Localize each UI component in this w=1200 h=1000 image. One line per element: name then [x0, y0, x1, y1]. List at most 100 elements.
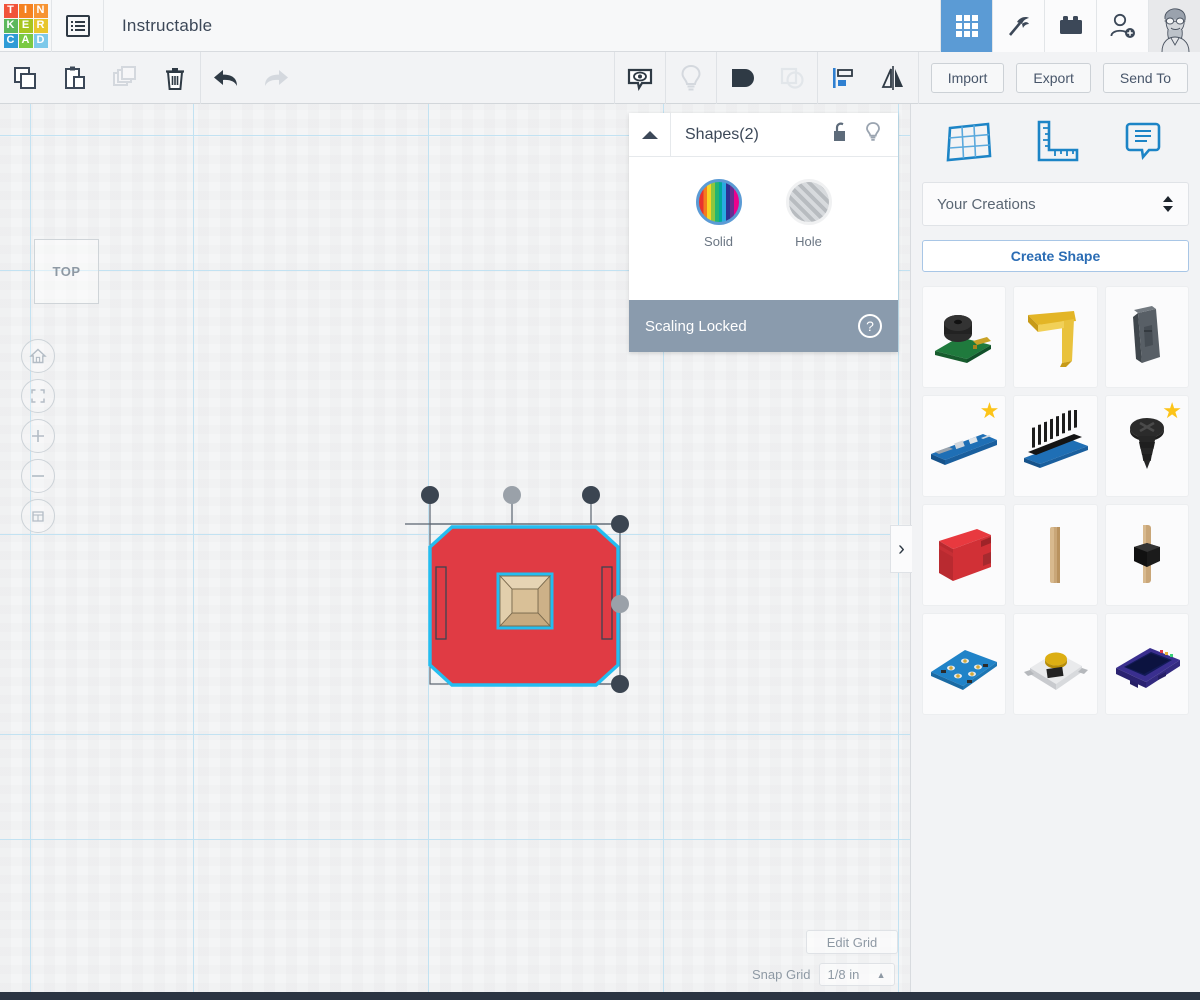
duplicate-button[interactable] — [100, 52, 150, 104]
height-handle-right — [611, 515, 629, 533]
edit-grid-button[interactable]: Edit Grid — [806, 930, 898, 954]
shape-red-block[interactable] — [922, 504, 1007, 606]
logo-letter-r: R — [33, 18, 48, 33]
apps-grid-icon[interactable] — [940, 0, 992, 52]
lightbulb-icon[interactable] — [864, 121, 882, 148]
shape-screw[interactable]: ★ — [1104, 395, 1189, 497]
redo-button[interactable] — [251, 52, 301, 104]
add-user-icon[interactable] — [1096, 0, 1148, 52]
document-title[interactable]: Instructable — [122, 16, 212, 36]
toolbar-divider-6 — [917, 51, 919, 104]
shape-wooden-stick[interactable] — [1013, 504, 1098, 606]
shape-header-pins-board[interactable] — [1013, 395, 1098, 497]
shape-gray-block[interactable] — [1104, 286, 1189, 388]
shape-library-panel: Your Creations Create Shape ★ ★ — [910, 104, 1200, 1000]
shape-allen-key[interactable] — [1013, 286, 1098, 388]
delete-button[interactable] — [150, 52, 200, 104]
group-button[interactable] — [717, 52, 767, 104]
tinkercad-logo[interactable]: TINKERCAD — [0, 0, 52, 52]
import-button[interactable]: Import — [930, 62, 1005, 93]
export-button[interactable]: Export — [1016, 62, 1091, 93]
logo-letter-e: E — [18, 18, 33, 33]
rotate-handle-top — [503, 486, 521, 504]
shape-tactile-switch[interactable] — [1013, 613, 1098, 715]
pickaxe-icon[interactable] — [992, 0, 1044, 52]
hole-swatch[interactable]: Hole — [785, 179, 832, 287]
panel-tool-icons — [911, 104, 1200, 178]
tinkercad-app: TINKERCAD Instructable Import Export Sen… — [0, 0, 1200, 1000]
align-button[interactable] — [818, 52, 868, 104]
star-icon[interactable]: ★ — [1162, 400, 1182, 422]
fit-view-button[interactable] — [21, 379, 55, 413]
rotate-handle-right — [611, 595, 629, 613]
shape-library-select[interactable]: Your Creations — [922, 182, 1189, 226]
solid-label: Solid — [704, 234, 733, 249]
logo-letter-a: A — [18, 33, 33, 48]
top-bar-right-icons — [940, 0, 1200, 52]
view-cube[interactable]: TOP — [34, 239, 99, 304]
create-shape-button[interactable]: Create Shape — [922, 240, 1189, 272]
snap-grid-control: Snap Grid 1/8 in ▲ — [752, 963, 895, 986]
snap-grid-label: Snap Grid — [752, 967, 811, 982]
corner-handle-top-right — [582, 486, 600, 504]
shape-display-module[interactable] — [1104, 613, 1189, 715]
lightbulb-button[interactable] — [666, 52, 716, 104]
panel-collapse-button[interactable] — [629, 112, 671, 157]
shape-library-select-value: Your Creations — [937, 195, 1036, 213]
shape-circuit-board[interactable] — [922, 613, 1007, 715]
logo-letter-d: D — [33, 33, 48, 48]
selected-3d-shape[interactable] — [400, 479, 650, 704]
view-tools-group — [615, 52, 665, 104]
shape-sensor-board[interactable]: ★ — [922, 395, 1007, 497]
ruler-icon[interactable] — [1025, 113, 1087, 169]
paste-button[interactable] — [50, 52, 100, 104]
logo-letter-t: T — [3, 3, 18, 18]
hole-hatch-icon — [785, 179, 832, 225]
send-to-button[interactable]: Send To — [1102, 62, 1188, 93]
shapes-panel-title: Shapes(2) — [685, 125, 759, 143]
unlocked-padlock-icon[interactable] — [832, 121, 850, 148]
solid-swatch[interactable]: Solid — [695, 179, 742, 287]
hole-label: Hole — [795, 234, 822, 249]
perspective-toggle-button[interactable] — [21, 499, 55, 533]
ungroup-button[interactable] — [767, 52, 817, 104]
user-avatar[interactable] — [1148, 0, 1200, 52]
shape-buzzer-module[interactable] — [922, 286, 1007, 388]
view-navigation-buttons — [21, 339, 55, 533]
home-view-button[interactable] — [21, 339, 55, 373]
shape-stick-connector[interactable] — [1104, 504, 1189, 606]
gridline-horizontal — [0, 839, 910, 840]
copy-button[interactable] — [0, 52, 50, 104]
note-button[interactable] — [615, 52, 665, 104]
zoom-out-button[interactable] — [21, 459, 55, 493]
main-menu-button[interactable] — [52, 0, 104, 52]
star-icon[interactable]: ★ — [980, 400, 1000, 422]
undo-button[interactable] — [201, 52, 251, 104]
shapes-properties-panel: Shapes(2) Solid Hole Scaling Locked ? — [629, 112, 898, 352]
edit-tools-group — [0, 52, 200, 104]
mirror-button[interactable] — [868, 52, 918, 104]
gridline-vertical — [30, 104, 31, 992]
snap-grid-select[interactable]: 1/8 in ▲ — [818, 963, 895, 986]
shape-library-grid: ★ ★ — [922, 286, 1189, 715]
main-toolbar: Import Export Send To — [0, 51, 1200, 104]
logo-letter-c: C — [3, 33, 18, 48]
top-bar: TINKERCAD Instructable — [0, 0, 1200, 52]
logo-letter-k: K — [3, 18, 18, 33]
shapes-panel-header: Shapes(2) — [629, 112, 898, 157]
zoom-in-button[interactable] — [21, 419, 55, 453]
lego-brick-icon[interactable] — [1044, 0, 1096, 52]
workplane-icon[interactable] — [938, 113, 1000, 169]
logo-letter-i: I — [18, 3, 33, 18]
logo-letter-n: N — [33, 3, 48, 18]
help-icon[interactable]: ? — [858, 314, 882, 338]
gridline-horizontal — [0, 734, 910, 735]
note-icon[interactable] — [1112, 113, 1174, 169]
group-tools-group — [717, 52, 817, 104]
spinner-arrows-icon — [1162, 195, 1174, 213]
light-tools-group — [666, 52, 716, 104]
history-tools-group — [201, 52, 301, 104]
right-panel-collapse-tab[interactable]: › — [890, 525, 912, 573]
shapes-panel-header-icons — [832, 121, 898, 148]
hamburger-list-icon — [65, 14, 90, 37]
